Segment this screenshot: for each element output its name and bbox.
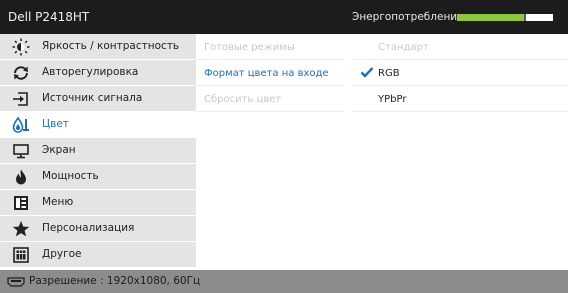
- sidebar-item-label: Авторегулировка: [42, 66, 139, 78]
- hdmi-icon: [7, 277, 25, 287]
- sidebar-item-input-source[interactable]: Источник сигнала: [0, 86, 196, 112]
- star-icon: [12, 221, 30, 237]
- setting-label: Сбросить цвет: [204, 94, 282, 105]
- checkmark-icon: [360, 67, 374, 78]
- color-icon: [12, 116, 29, 133]
- input-source-icon: [13, 92, 28, 106]
- brightness-icon: [12, 38, 30, 56]
- monitor-osd: Dell P2418HT Энергопотребление Яркость /…: [0, 0, 568, 293]
- sidebar-item-label: Яркость / контрастность: [42, 40, 180, 52]
- power-icon: [16, 169, 26, 185]
- sidebar-item-power[interactable]: Мощность: [0, 164, 196, 190]
- setting-value[interactable]: RGB: [378, 68, 400, 79]
- osd-sidebar: Яркость / контрастность Авторегулировка …: [0, 34, 196, 270]
- energy-meter-remainder: [526, 14, 553, 21]
- monitor-model: Dell P2418HT: [8, 10, 90, 24]
- sidebar-item-menu[interactable]: Меню: [0, 190, 196, 216]
- energy-label: Энергопотребление: [352, 11, 464, 23]
- menu-icon: [14, 196, 28, 210]
- status-bar: Разрешение : 1920x1080, 60Гц: [0, 270, 568, 293]
- sidebar-item-other[interactable]: Другое: [0, 242, 196, 268]
- sidebar-item-label: Другое: [42, 248, 82, 260]
- sidebar-item-label: Меню: [42, 196, 74, 208]
- setting-row-input-color-format[interactable]: Формат цвета на входе RGB: [196, 60, 568, 86]
- osd-header: Dell P2418HT Энергопотребление: [0, 0, 568, 34]
- setting-row-preset-modes: Готовые режимы Стандарт: [196, 34, 568, 60]
- setting-label: Готовые режимы: [204, 42, 295, 53]
- sidebar-item-label: Цвет: [42, 118, 69, 130]
- energy-meter-fill: [457, 14, 525, 21]
- other-icon: [13, 247, 29, 263]
- auto-adjust-icon: [14, 66, 28, 80]
- sidebar-item-color[interactable]: Цвет: [0, 112, 196, 138]
- setting-label: Формат цвета на входе: [204, 68, 329, 79]
- row-divider: [196, 111, 344, 112]
- sidebar-item-personalize[interactable]: Персонализация: [0, 216, 196, 242]
- resolution-status: Разрешение : 1920x1080, 60Гц: [29, 275, 201, 287]
- sidebar-item-label: Мощность: [42, 170, 99, 182]
- setting-value[interactable]: YPbPr: [378, 94, 406, 105]
- sidebar-item-display[interactable]: Экран: [0, 138, 196, 164]
- sidebar-item-label: Источник сигнала: [42, 92, 143, 104]
- sidebar-item-brightness[interactable]: Яркость / контрастность: [0, 34, 196, 60]
- sidebar-item-label: Экран: [42, 144, 76, 156]
- setting-row-reset-color: Сбросить цвет YPbPr: [196, 86, 568, 112]
- row-divider: [352, 111, 568, 112]
- sidebar-item-auto-adjust[interactable]: Авторегулировка: [0, 60, 196, 86]
- osd-content-panel: Готовые режимы Стандарт Формат цвета на …: [196, 34, 568, 270]
- setting-value: Стандарт: [378, 42, 429, 53]
- sidebar-item-label: Персонализация: [42, 222, 135, 234]
- display-icon: [13, 144, 29, 159]
- energy-meter: [457, 14, 553, 21]
